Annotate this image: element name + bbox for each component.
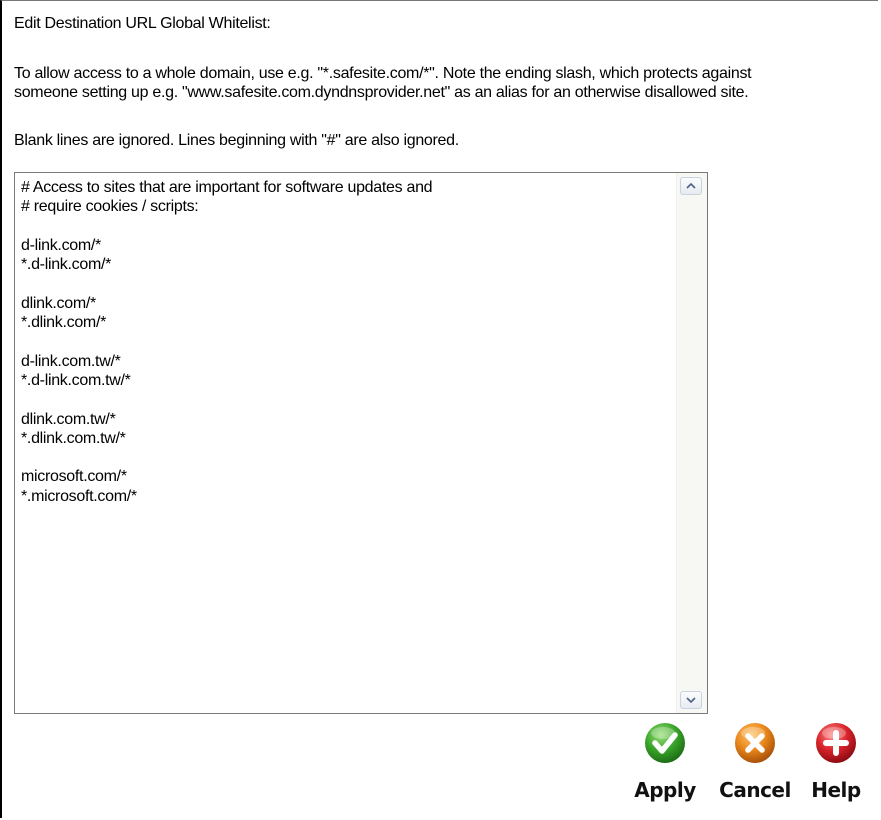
whitelist-textarea[interactable] <box>15 173 677 713</box>
instructions: To allow access to a whole domain, use e… <box>14 64 752 102</box>
scroll-down-button[interactable] <box>680 691 702 709</box>
chevron-up-icon <box>686 183 696 189</box>
close-icon <box>734 722 776 764</box>
instruction-line-2: someone setting up e.g. "www.safesite.co… <box>14 84 749 101</box>
cancel-label: Cancel <box>719 778 791 802</box>
help-label: Help <box>811 778 861 802</box>
apply-label: Apply <box>634 778 696 802</box>
check-icon <box>644 722 686 764</box>
plus-icon <box>815 722 857 764</box>
note-text: Blank lines are ignored. Lines beginning… <box>14 132 459 149</box>
help-button[interactable]: Help <box>806 722 866 802</box>
chevron-down-icon <box>686 697 696 703</box>
apply-button[interactable]: Apply <box>630 722 700 802</box>
whitelist-editor <box>14 172 708 714</box>
vertical-scrollbar[interactable] <box>676 173 707 713</box>
cancel-button[interactable]: Cancel <box>714 722 796 802</box>
scroll-up-button[interactable] <box>680 177 702 195</box>
action-buttons: Apply Cancel Help <box>630 722 870 812</box>
page-title: Edit Destination URL Global Whitelist: <box>14 15 271 32</box>
instruction-line-1: To allow access to a whole domain, use e… <box>14 65 752 82</box>
